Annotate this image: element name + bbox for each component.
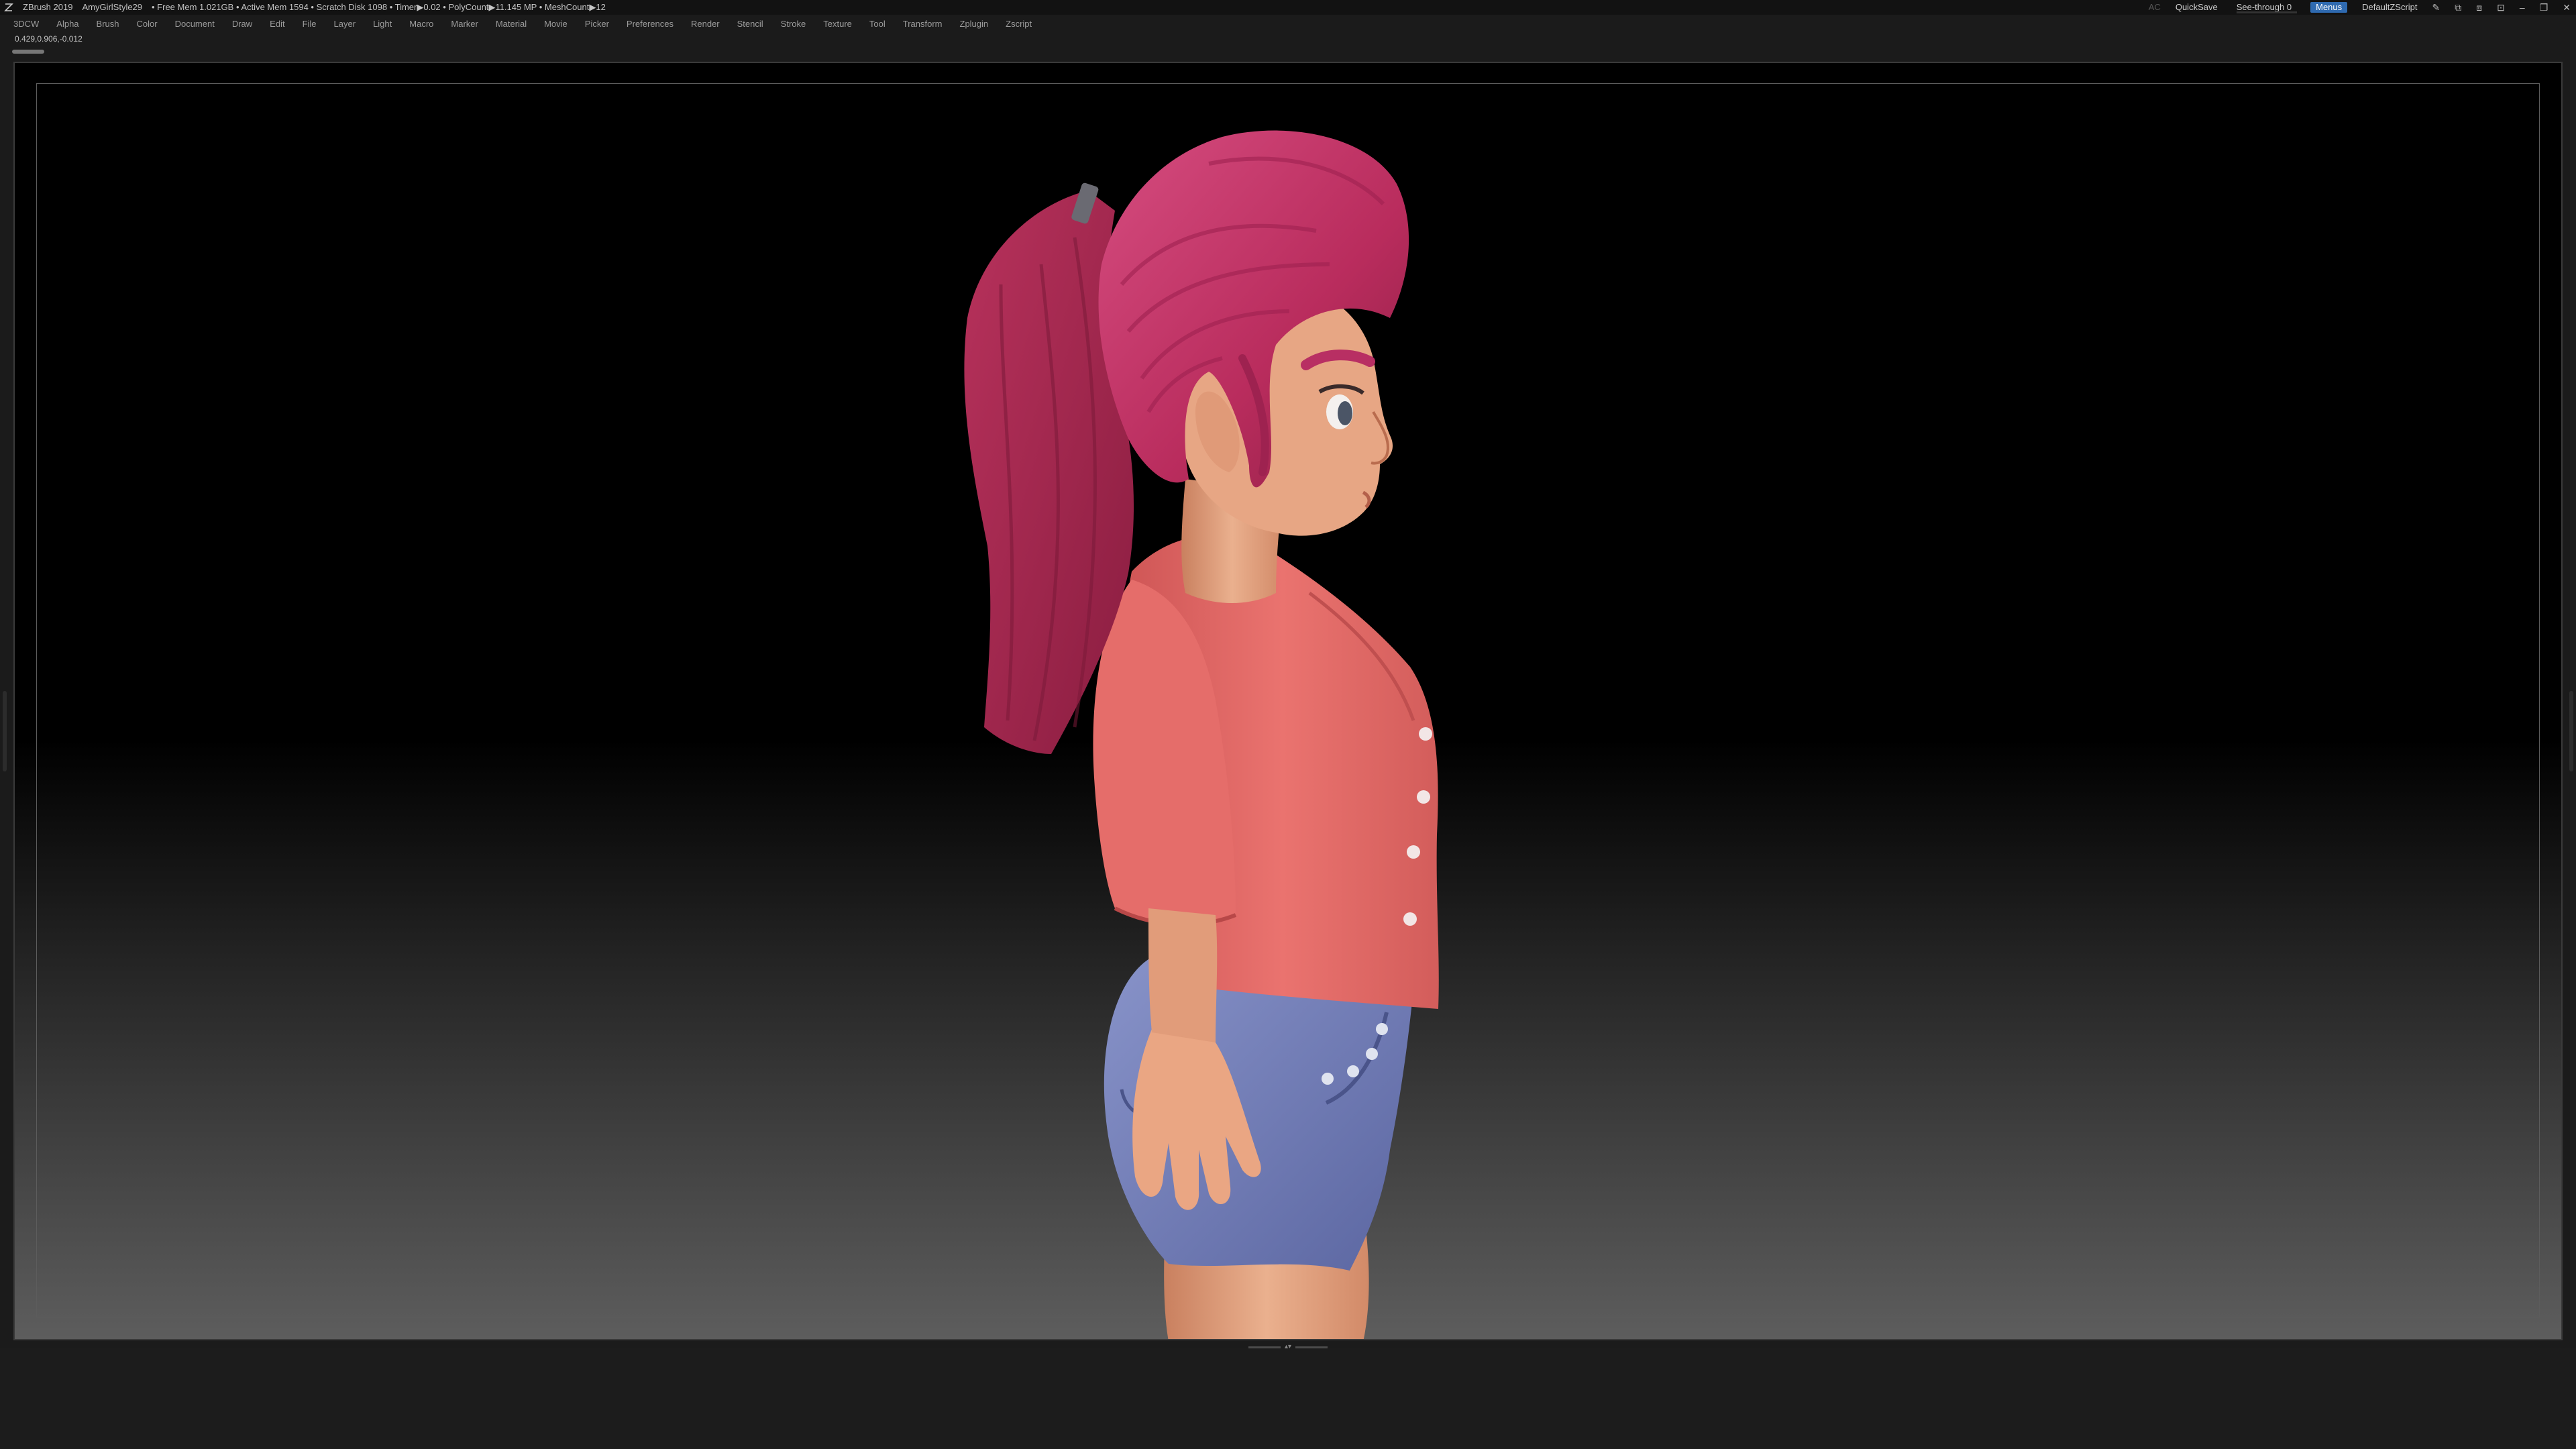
menu-render[interactable]: Render — [691, 15, 720, 34]
close-icon[interactable]: ✕ — [2563, 0, 2571, 15]
menu-marker[interactable]: Marker — [451, 15, 478, 34]
menu-items: 3DCW Alpha Brush Color Document Draw Edit File L… — [13, 15, 1032, 34]
minimize-icon[interactable]: – — [2520, 0, 2525, 15]
app-name: ZBrush 2019 — [23, 2, 73, 12]
quicksave-button[interactable]: QuickSave — [2176, 0, 2218, 15]
menu-document[interactable]: Document — [175, 15, 215, 34]
menu-zscript[interactable]: Zscript — [1006, 15, 1032, 34]
brush-icon[interactable]: ✎ — [2432, 0, 2440, 15]
coordinates-readout: 0.429,0.906,-0.012 — [15, 34, 83, 44]
sculpt-model[interactable] — [15, 63, 2563, 1340]
menu-draw[interactable]: Draw — [232, 15, 252, 34]
menu-3dcw[interactable]: 3DCW — [13, 15, 39, 34]
lock-icon[interactable]: ⊡ — [2497, 0, 2505, 15]
menu-stencil[interactable]: Stencil — [737, 15, 763, 34]
shelf-scroll-handle[interactable] — [12, 50, 44, 54]
menu-zplugin[interactable]: Zplugin — [960, 15, 989, 34]
menu-tool[interactable]: Tool — [869, 15, 885, 34]
restore-icon[interactable]: ❐ — [2540, 0, 2548, 15]
menu-picker[interactable]: Picker — [585, 15, 609, 34]
menu-layer[interactable]: Layer — [334, 15, 356, 34]
menu-file[interactable]: File — [303, 15, 317, 34]
menu-transform[interactable]: Transform — [903, 15, 943, 34]
zbrush-logo-icon — [4, 3, 13, 12]
see-through-label: See-through 0 — [2236, 2, 2292, 12]
default-zscript-button[interactable]: DefaultZScript — [2362, 0, 2417, 15]
menu-alpha[interactable]: Alpha — [56, 15, 78, 34]
title-bar-left: ZBrush 2019 AmyGirlStyle29 • Free Mem 1.… — [4, 0, 606, 15]
menu-brush[interactable]: Brush — [97, 15, 119, 34]
see-through-slider[interactable]: See-through 0 — [2233, 0, 2297, 15]
menu-color[interactable]: Color — [137, 15, 158, 34]
menus-button[interactable]: Menus — [2310, 2, 2348, 13]
layout2-icon[interactable]: ⧈ — [2476, 0, 2482, 15]
menu-bar: 3DCW Alpha Brush Color Document Draw Edit File L… — [0, 15, 2576, 34]
document-canvas[interactable] — [13, 62, 2563, 1340]
menu-movie[interactable]: Movie — [544, 15, 568, 34]
layout-icon[interactable]: ⧉ — [2455, 0, 2461, 15]
menu-stroke[interactable]: Stroke — [781, 15, 806, 34]
ac-toggle[interactable]: AC — [2149, 0, 2161, 15]
title-bar-right: AC QuickSave See-through 0 Menus Default… — [2149, 0, 2571, 15]
see-through-track — [2236, 11, 2297, 13]
right-tray-handle[interactable] — [2569, 691, 2573, 771]
menu-edit[interactable]: Edit — [270, 15, 284, 34]
bottom-tray — [0, 1348, 2576, 1449]
menu-material[interactable]: Material — [496, 15, 527, 34]
menu-texture[interactable]: Texture — [823, 15, 852, 34]
document-name: AmyGirlStyle29 — [82, 2, 143, 12]
menu-light[interactable]: Light — [373, 15, 392, 34]
menu-macro[interactable]: Macro — [409, 15, 433, 34]
title-bar: ZBrush 2019 AmyGirlStyle29 • Free Mem 1.… — [0, 0, 2576, 15]
memory-stats: • Free Mem 1.021GB • Active Mem 1594 • S… — [152, 2, 606, 12]
left-tray-handle[interactable] — [3, 691, 7, 771]
menu-preferences[interactable]: Preferences — [627, 15, 674, 34]
